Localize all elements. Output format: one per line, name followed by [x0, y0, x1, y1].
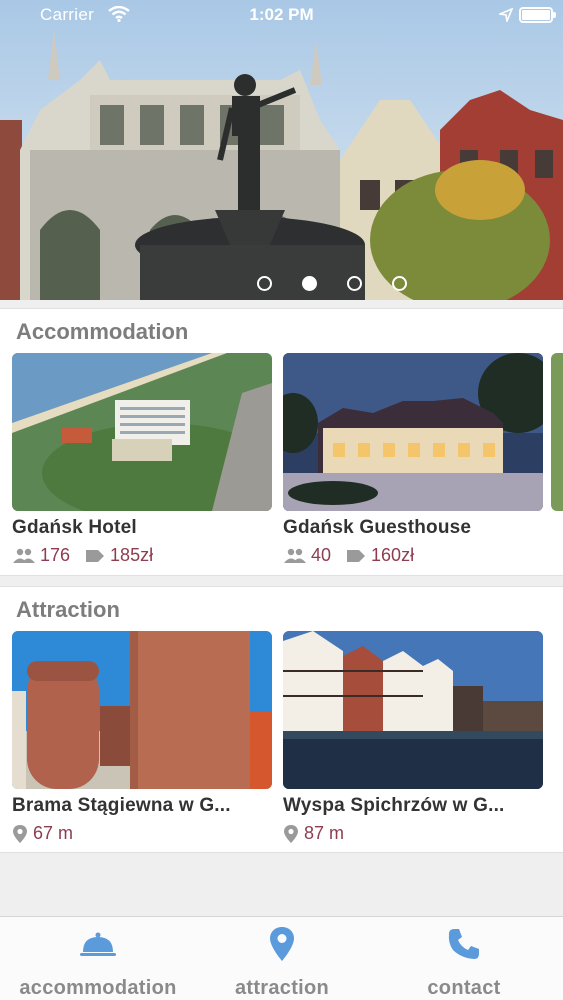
attraction-section: Attraction Brama Stągiewna w G... 67 m W…	[0, 586, 563, 853]
cloche-icon	[80, 930, 116, 964]
location-pin-icon	[283, 823, 299, 844]
tab-label-contact: contact	[427, 977, 501, 999]
map-pin-icon	[269, 926, 295, 968]
carousel-dot[interactable]	[301, 276, 317, 291]
price-tag-icon	[345, 545, 367, 566]
accommodation-meta: 176 185zł	[12, 545, 272, 566]
section-title-accommodation: Accommodation	[16, 319, 189, 344]
carousel-dot[interactable]	[391, 276, 407, 291]
guesthouse-photo	[283, 353, 543, 511]
tab-contact[interactable]: contact	[374, 927, 554, 1000]
section-title-attraction: Attraction	[16, 597, 120, 622]
attraction-meta: 87 m	[283, 823, 543, 844]
carousel-dot[interactable]	[346, 276, 362, 291]
accommodation-meta: 40 160zł	[283, 545, 543, 566]
tab-label-accommodation: accommodation	[19, 977, 177, 999]
status-bar: Carrier 1:02 PM	[0, 0, 563, 30]
attraction-meta: 67 m	[12, 823, 272, 844]
battery-icon	[519, 7, 556, 23]
attraction-card[interactable]: Wyspa Spichrzów w G... 87 m	[283, 631, 543, 844]
next-card-peek[interactable]	[551, 353, 563, 511]
location-pin-icon	[12, 823, 28, 844]
tab-attraction[interactable]: attraction	[192, 927, 372, 1000]
bottom-tab-bar: accommodation attraction contact	[0, 916, 563, 1000]
accommodation-card[interactable]: Gdańsk Hotel 176 185zł	[12, 353, 272, 566]
accommodation-section: Accommodation Gdańsk Hotel 176 185zł Gda…	[0, 308, 563, 576]
hotel-photo	[12, 353, 272, 511]
hero-photo-neptune-fountain	[0, 0, 563, 300]
distance-value: 67 m	[33, 823, 74, 844]
tab-accommodation[interactable]: accommodation	[8, 927, 188, 1000]
price-value: 185zł	[110, 545, 154, 565]
people-icon	[12, 545, 36, 566]
brama-photo	[12, 631, 272, 789]
accommodation-name: Gdańsk Hotel	[12, 517, 137, 538]
app-screen: Carrier 1:02 PM Accommodation Gdańsk Hot…	[0, 0, 563, 1000]
distance-value: 87 m	[304, 823, 345, 844]
tab-label-attraction: attraction	[234, 977, 330, 999]
hero-carousel[interactable]	[0, 0, 563, 300]
carousel-dot[interactable]	[256, 276, 272, 291]
price-tag-icon	[84, 545, 106, 566]
capacity-value: 40	[311, 545, 332, 565]
capacity-value: 176	[40, 545, 71, 565]
attraction-name: Wyspa Spichrzów w G...	[283, 795, 505, 816]
clock-label: 1:02 PM	[249, 5, 314, 24]
attraction-card[interactable]: Brama Stągiewna w G... 67 m	[12, 631, 272, 844]
phone-icon	[447, 927, 481, 967]
people-icon	[283, 545, 307, 566]
accommodation-name: Gdańsk Guesthouse	[283, 517, 472, 538]
price-value: 160zł	[371, 545, 415, 565]
accommodation-card[interactable]: Gdańsk Guesthouse 40 160zł	[283, 353, 543, 566]
attraction-name: Brama Stągiewna w G...	[12, 795, 231, 816]
location-arrow-icon	[497, 7, 514, 27]
wyspa-photo	[283, 631, 543, 789]
carousel-page-indicator[interactable]	[0, 276, 563, 291]
